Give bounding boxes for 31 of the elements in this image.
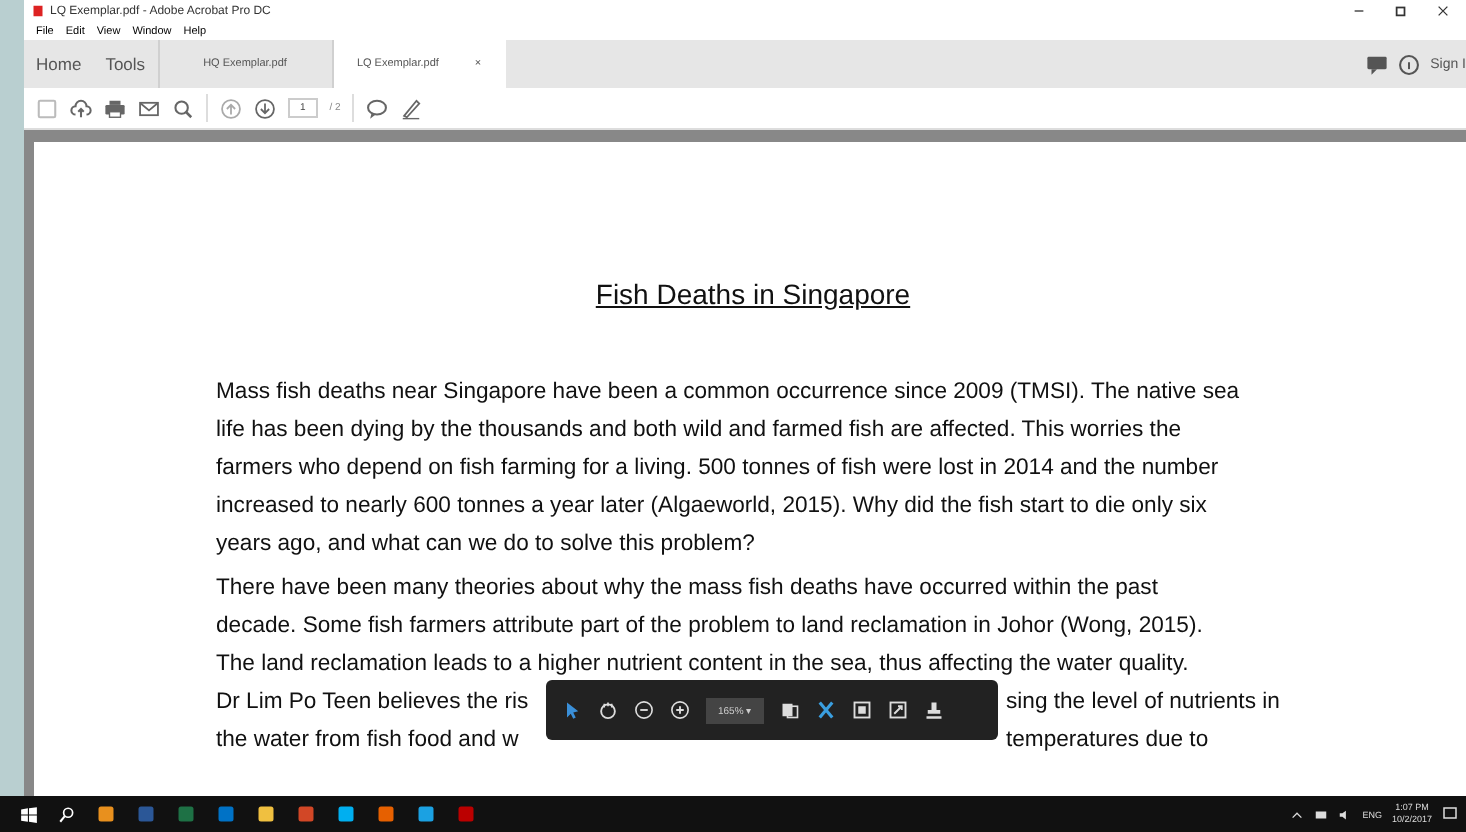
caret-up-icon[interactable] [1290, 807, 1305, 821]
stamp-icon[interactable] [924, 700, 945, 720]
comment-icon[interactable] [366, 97, 389, 119]
zoom-in-icon[interactable] [670, 700, 690, 720]
text-line: Dr Lim Po Teen believes the ris [216, 688, 531, 718]
paragraph: Mass fish deaths near Singapore have been a common occurrence since 2009 (TMSI). The native sea life has been dying by the thousands and both wild and farmed fish are affected. This worries the farmers who depend on fish farming for a living. 500 tonnes of fish were lost in 2014 and the number increased to nearly 600 tonnes a year later (Algaeworld, 2015). Why did the fish start to die only six years ago, and what can we do to solve this problem? [216, 378, 1242, 560]
zoom-out-icon[interactable] [634, 700, 654, 720]
fullscreen-icon[interactable] [888, 700, 909, 720]
notification-icon[interactable] [1442, 806, 1458, 822]
print-icon[interactable] [104, 97, 126, 119]
comment-icon[interactable] [1366, 53, 1389, 75]
upload-icon[interactable] [70, 97, 92, 119]
search-icon[interactable] [58, 805, 76, 823]
down-arrow-icon[interactable] [254, 97, 276, 119]
pen-icon[interactable] [400, 97, 423, 119]
pages-icon[interactable] [780, 700, 801, 720]
windows-start-icon[interactable] [20, 805, 38, 823]
pointer-icon[interactable] [562, 700, 582, 720]
document-title: Fish Deaths in Singapore [593, 278, 913, 310]
minimize-icon[interactable] [1352, 4, 1366, 18]
text-line: temperatures due to [1006, 726, 1211, 756]
paragraph: There have been many theories about why the mass fish deaths have occurred within the past decade. Some fish farmers attribute part of the problem to land reclamation in Johor (Wong, 2015). The land reclamation leads to a higher nutrient content in the sea, thus affecting the water quality. [216, 574, 1205, 680]
pdf-icon [32, 4, 44, 18]
mail-icon[interactable] [138, 97, 160, 119]
text-line: the water from fish food and w [216, 726, 521, 756]
close-icon[interactable] [1436, 4, 1450, 18]
restore-icon[interactable] [1394, 4, 1408, 18]
nav-tab[interactable]: Home [24, 40, 94, 88]
text-line: sing the level of nutrients in [1006, 688, 1282, 718]
nav-tab[interactable]: Tools [93, 40, 158, 88]
fit-page-icon[interactable] [852, 700, 873, 720]
